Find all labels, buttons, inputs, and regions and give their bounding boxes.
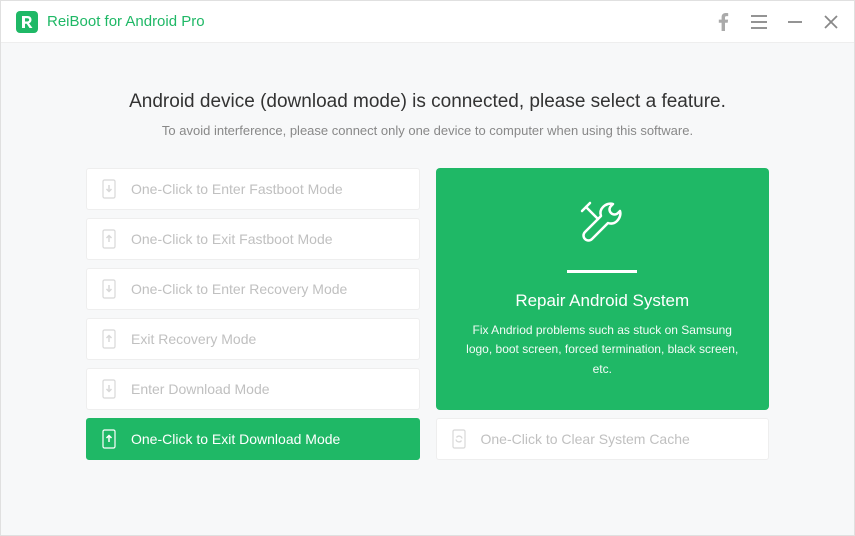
clear-cache-button[interactable]: One-Click to Clear System Cache [436, 418, 770, 460]
titlebar: ReiBoot for Android Pro [1, 1, 854, 43]
enter-fastboot-button[interactable]: One-Click to Enter Fastboot Mode [86, 168, 420, 210]
feature-label: Exit Recovery Mode [131, 331, 256, 347]
app-title: ReiBoot for Android Pro [47, 13, 205, 30]
logo: ReiBoot for Android Pro [15, 10, 205, 34]
feature-label: One-Click to Enter Fastboot Mode [131, 181, 343, 197]
feature-label: One-Click to Enter Recovery Mode [131, 281, 347, 297]
page-subheading: To avoid interference, please connect on… [86, 123, 769, 138]
minimize-icon[interactable] [786, 13, 804, 31]
left-column: One-Click to Enter Fastboot Mode One-Cli… [86, 168, 420, 460]
feature-grid: One-Click to Enter Fastboot Mode One-Cli… [86, 168, 769, 460]
repair-title: Repair Android System [515, 291, 689, 311]
exit-fastboot-button[interactable]: One-Click to Exit Fastboot Mode [86, 218, 420, 260]
exit-download-button[interactable]: One-Click to Exit Download Mode [86, 418, 420, 460]
phone-down-icon [101, 379, 117, 399]
titlebar-controls [714, 13, 840, 31]
feature-label: Enter Download Mode [131, 381, 270, 397]
repair-description: Fix Andriod problems such as stuck on Sa… [466, 321, 740, 379]
feature-label: One-Click to Exit Download Mode [131, 431, 340, 447]
close-icon[interactable] [822, 13, 840, 31]
page-heading: Android device (download mode) is connec… [86, 91, 769, 113]
phone-up-icon [101, 429, 117, 449]
exit-recovery-button[interactable]: Exit Recovery Mode [86, 318, 420, 360]
feature-label: One-Click to Clear System Cache [481, 431, 690, 447]
phone-up-icon [101, 229, 117, 249]
phone-down-icon [101, 279, 117, 299]
enter-download-button[interactable]: Enter Download Mode [86, 368, 420, 410]
content-area: Android device (download mode) is connec… [1, 43, 854, 535]
divider [567, 270, 637, 273]
tools-icon [578, 199, 626, 252]
facebook-icon[interactable] [714, 13, 732, 31]
repair-android-card[interactable]: Repair Android System Fix Andriod proble… [436, 168, 770, 410]
feature-label: One-Click to Exit Fastboot Mode [131, 231, 333, 247]
app-logo-icon [15, 10, 39, 34]
menu-icon[interactable] [750, 13, 768, 31]
phone-refresh-icon [451, 429, 467, 449]
phone-up-icon [101, 329, 117, 349]
app-window: ReiBoot for Android Pro [0, 0, 855, 536]
right-column: Repair Android System Fix Andriod proble… [436, 168, 770, 460]
enter-recovery-button[interactable]: One-Click to Enter Recovery Mode [86, 268, 420, 310]
phone-down-icon [101, 179, 117, 199]
